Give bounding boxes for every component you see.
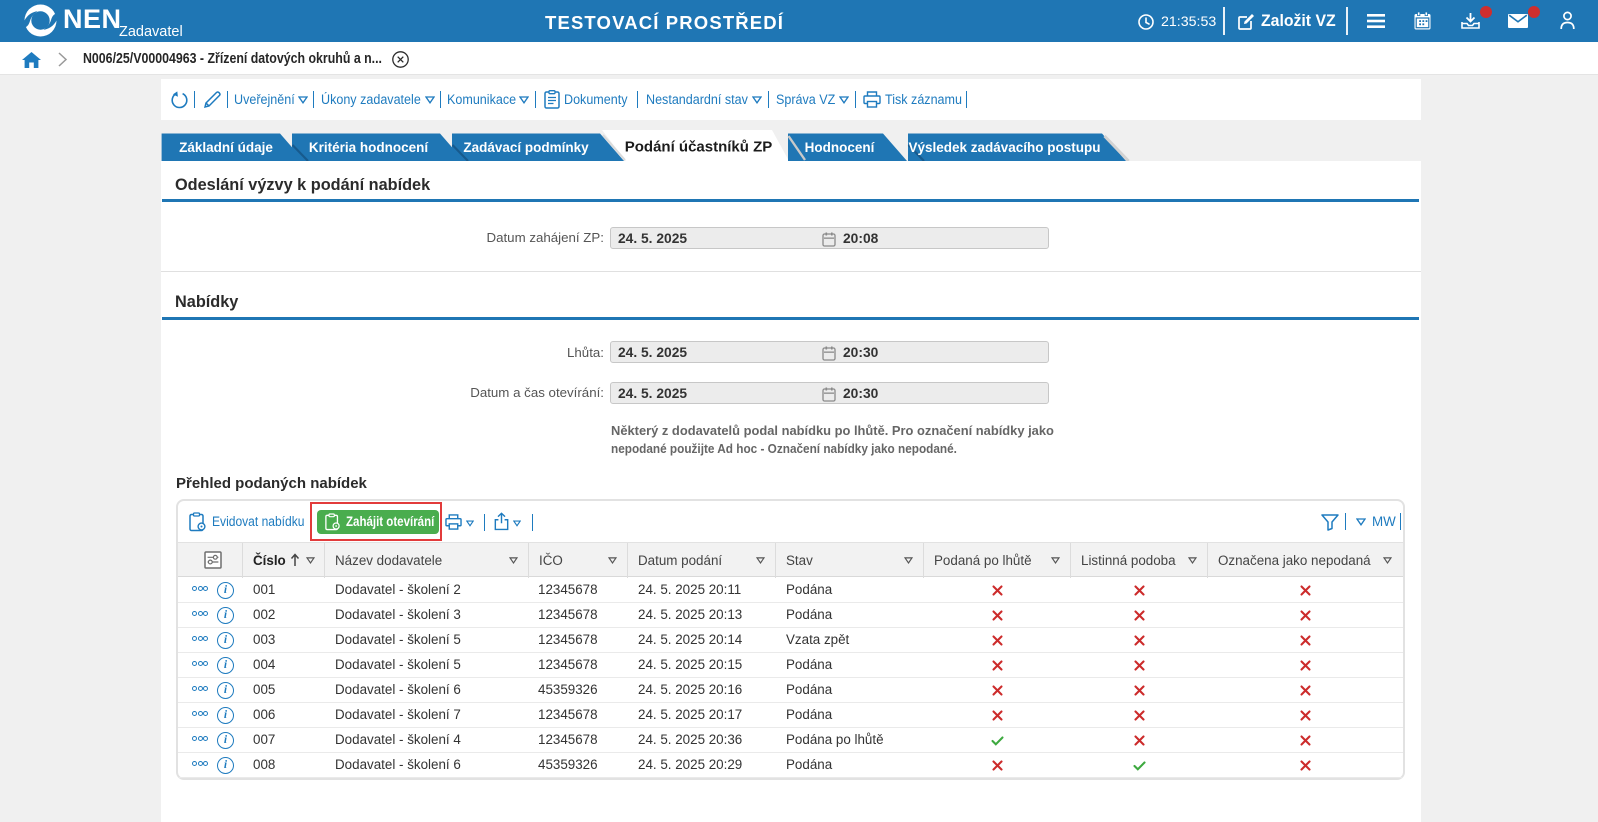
svg-text:Podání účastníků ZP: Podání účastníků ZP: [625, 139, 773, 156]
svg-text:Výsledek zadávacího postupu: Výsledek zadávacího postupu: [908, 140, 1100, 155]
svg-text:Hodnocení: Hodnocení: [805, 140, 876, 155]
svg-text:Kritéria hodnocení: Kritéria hodnocení: [309, 140, 430, 155]
svg-text:Zadávací podmínky: Zadávací podmínky: [463, 140, 589, 155]
svg-text:Základní údaje: Základní údaje: [179, 140, 273, 155]
